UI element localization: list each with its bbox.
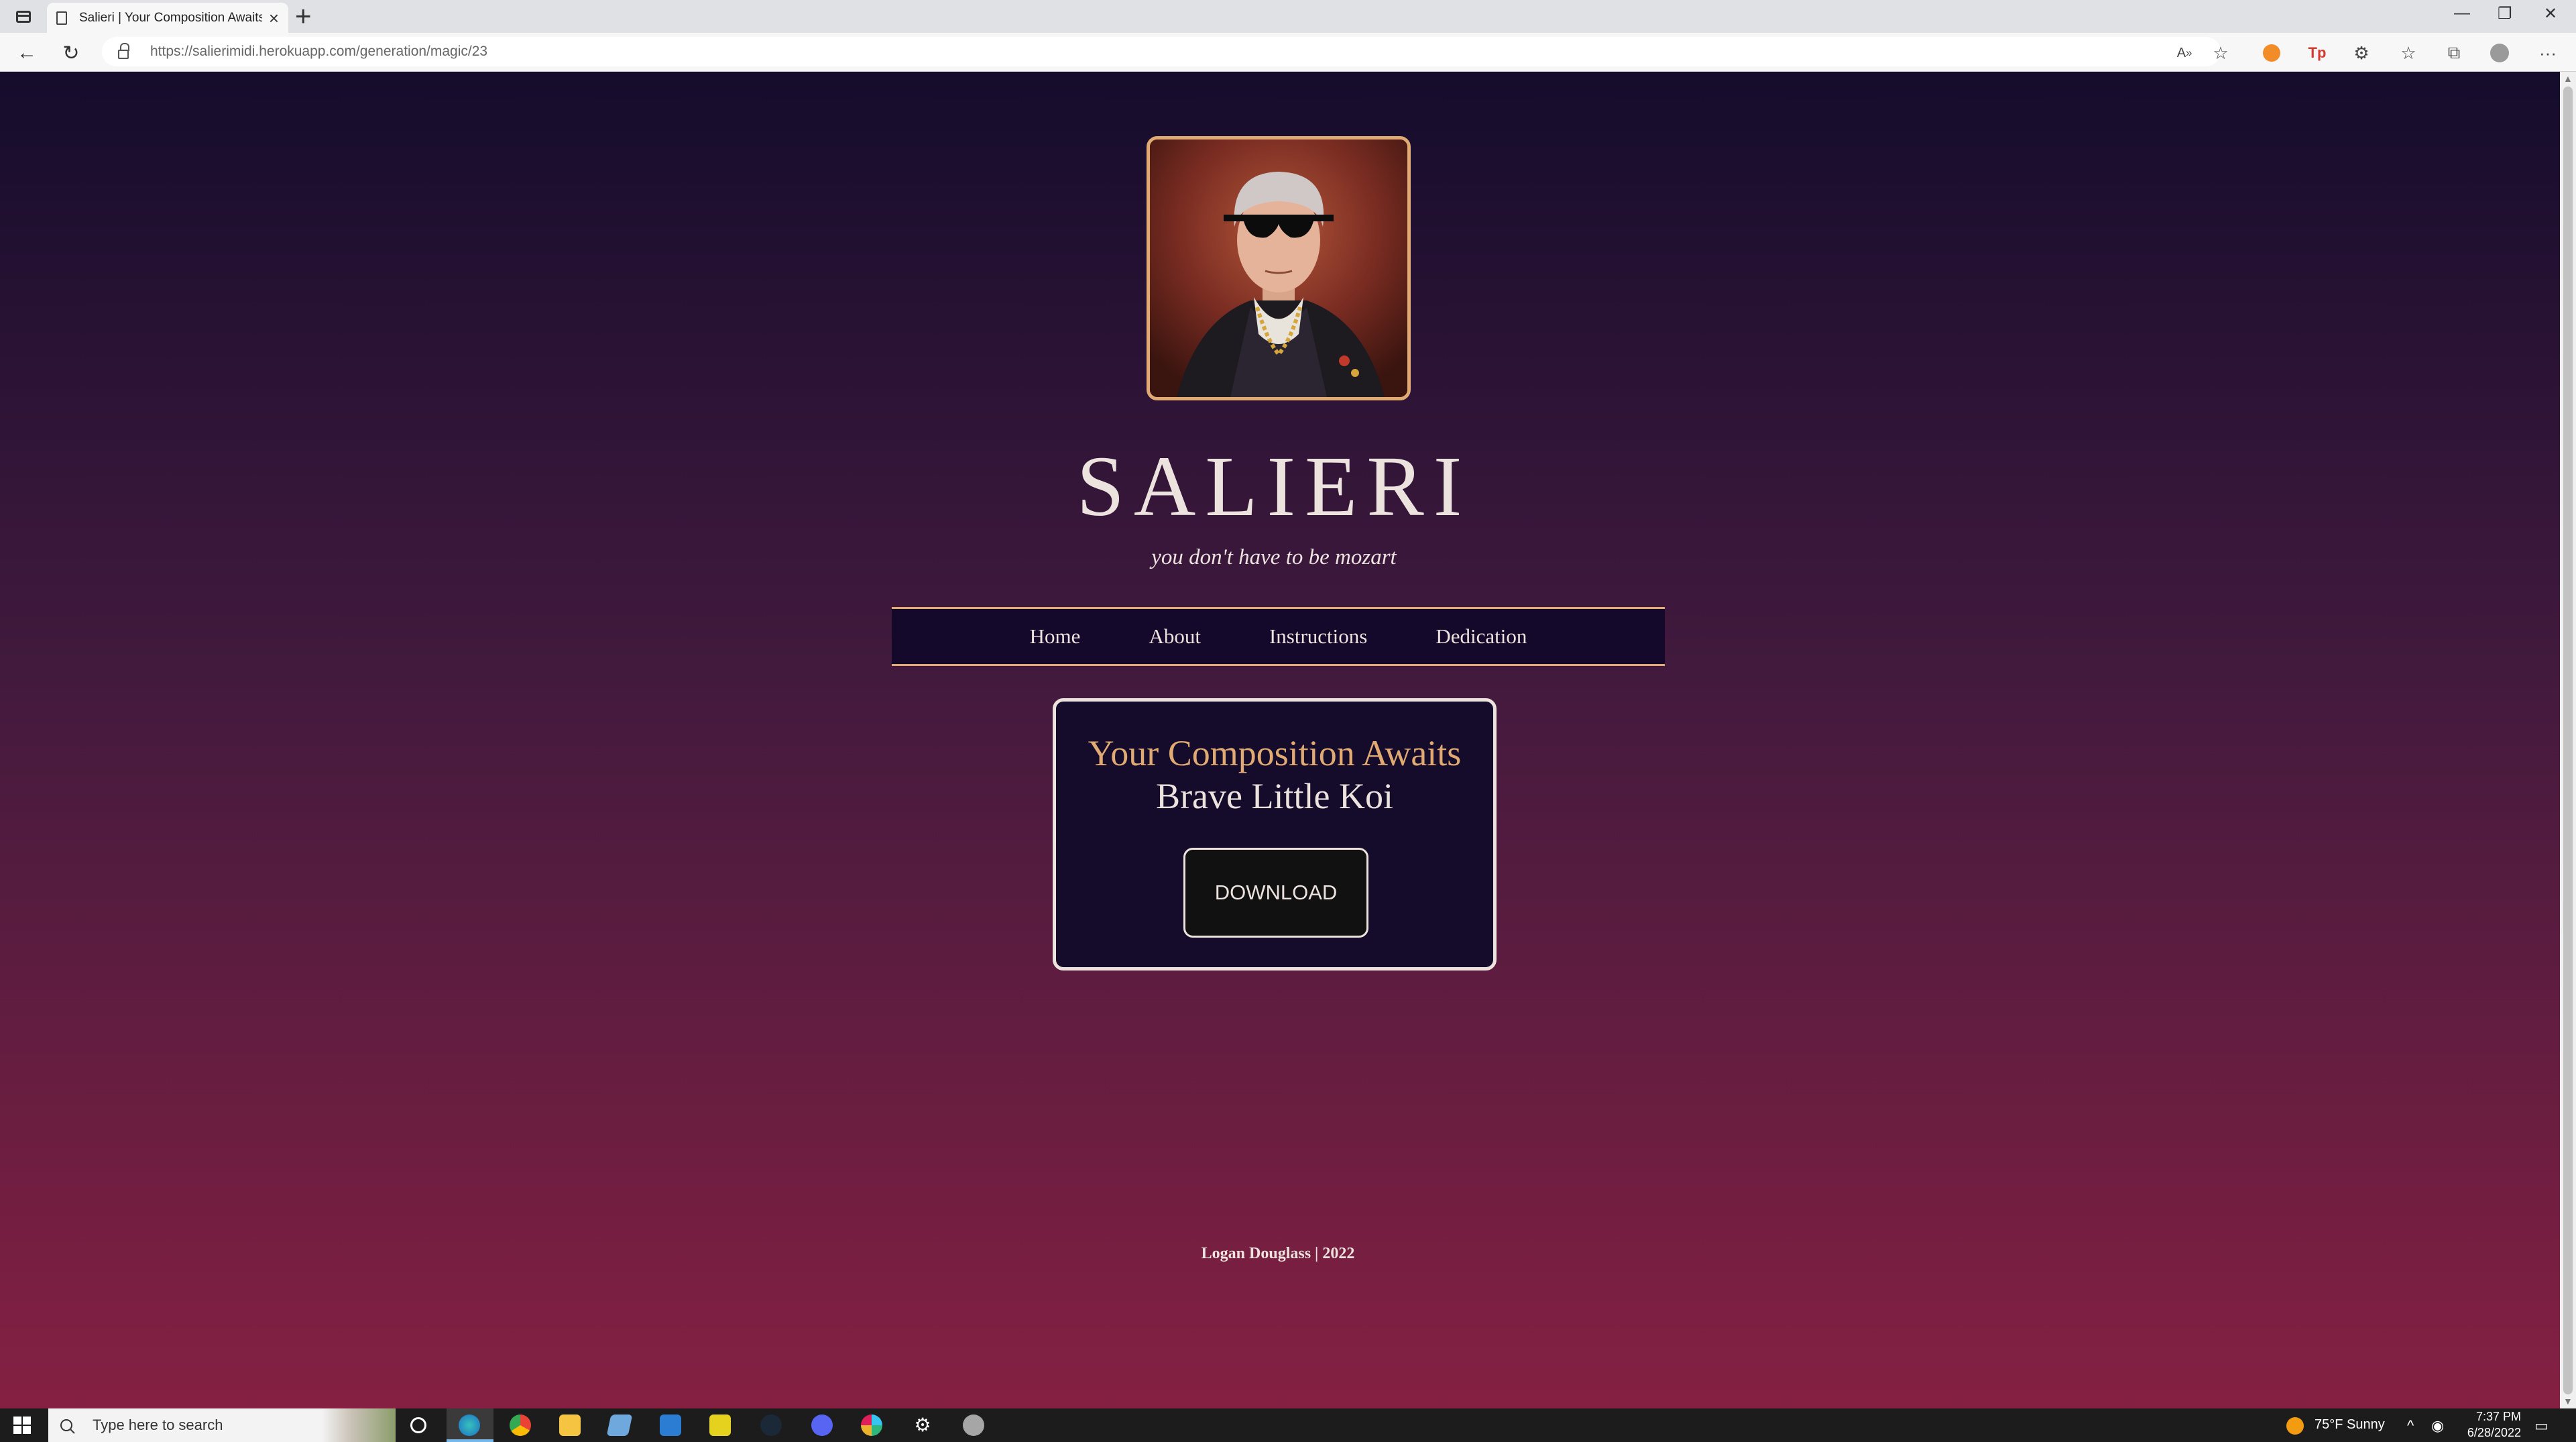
url-text: https://salierimidi.herokuapp.com/genera…: [150, 44, 488, 59]
notifications-icon[interactable]: ▭: [2534, 1417, 2549, 1435]
taskbar-search[interactable]: Type here to search: [48, 1408, 396, 1442]
back-icon[interactable]: ←: [15, 41, 39, 65]
nav-home[interactable]: Home: [1030, 624, 1081, 649]
scroll-down-icon[interactable]: ▼: [2563, 1396, 2573, 1406]
add-favorite-icon[interactable]: ☆: [2210, 42, 2231, 64]
weather-sun-icon[interactable]: [2286, 1417, 2304, 1435]
nav-instructions[interactable]: Instructions: [1269, 624, 1367, 649]
network-icon[interactable]: ◉: [2431, 1417, 2444, 1435]
profile-avatar-icon[interactable]: [2489, 42, 2510, 64]
slack-icon[interactable]: [861, 1415, 882, 1436]
page-content: SALIERI you don't have to be mozart Home…: [0, 72, 2560, 1408]
more-menu-icon[interactable]: ···: [2537, 42, 2559, 64]
cortana-icon[interactable]: [410, 1417, 426, 1433]
discord-icon[interactable]: [811, 1415, 833, 1436]
portrait-image: [1150, 140, 1407, 397]
browser-tab-bar: Salieri | Your Composition Awaits × + — …: [0, 0, 2576, 33]
download-button[interactable]: DOWNLOAD: [1183, 848, 1368, 938]
app-icon[interactable]: [963, 1415, 984, 1436]
edge-icon[interactable]: [459, 1415, 480, 1436]
collections-icon[interactable]: ⧉: [2443, 42, 2465, 64]
windows-start-icon[interactable]: [13, 1417, 31, 1434]
site-tagline: you don't have to be mozart: [1151, 545, 1397, 569]
settings-icon[interactable]: ⚙: [912, 1415, 933, 1436]
notes-app-icon[interactable]: [606, 1415, 633, 1436]
new-tab-icon[interactable]: +: [295, 1, 312, 31]
minimize-icon[interactable]: —: [2454, 4, 2470, 23]
close-tab-icon[interactable]: ×: [269, 9, 279, 27]
close-window-icon[interactable]: ✕: [2544, 4, 2557, 23]
search-highlight-image: [322, 1408, 396, 1442]
search-icon: [58, 1417, 75, 1434]
restore-icon[interactable]: ❐: [2498, 4, 2512, 23]
live-app-icon[interactable]: [709, 1415, 731, 1436]
lock-icon: [118, 43, 129, 59]
tray-chevron-icon[interactable]: ^: [2407, 1417, 2414, 1435]
scrollbar-thumb[interactable]: [2563, 87, 2573, 1394]
tab-title: Salieri | Your Composition Awaits: [79, 10, 262, 25]
chrome-icon[interactable]: [510, 1415, 531, 1436]
site-title: SALIERI: [1076, 439, 1472, 534]
page-icon: [56, 11, 67, 25]
clock-date[interactable]: 6/28/2022: [2454, 1426, 2521, 1440]
nav-dedication[interactable]: Dedication: [1436, 624, 1527, 649]
file-explorer-icon[interactable]: [559, 1415, 581, 1436]
scroll-up-icon[interactable]: ▲: [2563, 73, 2573, 84]
page-scrollbar[interactable]: ▲ ▼: [2560, 72, 2576, 1408]
tab-actions-icon[interactable]: [12, 6, 35, 27]
extension-orange-icon[interactable]: [2261, 42, 2282, 64]
composition-card: Your Composition Awaits Brave Little Koi…: [1053, 698, 1497, 970]
search-placeholder: Type here to search: [93, 1417, 223, 1433]
favorites-icon[interactable]: ☆: [2398, 42, 2419, 64]
browser-tab-active[interactable]: Salieri | Your Composition Awaits ×: [47, 3, 288, 33]
salieri-portrait: [1147, 136, 1411, 400]
weather-text[interactable]: 75°F Sunny: [2315, 1417, 2385, 1433]
card-heading: Your Composition Awaits: [1088, 733, 1462, 773]
url-bar[interactable]: https://salierimidi.herokuapp.com/genera…: [102, 37, 2221, 66]
clock-time[interactable]: 7:37 PM: [2454, 1410, 2521, 1424]
steam-icon[interactable]: [760, 1415, 782, 1436]
composition-name: Brave Little Koi: [1156, 776, 1393, 816]
extension-tp-icon[interactable]: Tp: [2306, 42, 2328, 64]
extensions-icon[interactable]: ⚙: [2351, 42, 2372, 64]
nav-about[interactable]: About: [1149, 624, 1201, 649]
refresh-icon[interactable]: ↻: [59, 41, 83, 65]
vscode-icon[interactable]: [660, 1415, 681, 1436]
main-navigation: Home About Instructions Dedication: [892, 607, 1665, 666]
footer-credit: Logan Douglass | 2022: [1201, 1245, 1355, 1262]
address-toolbar: ← ↻ https://salierimidi.herokuapp.com/ge…: [0, 33, 2576, 72]
read-aloud-icon[interactable]: A»: [2174, 42, 2195, 64]
windows-taskbar: Type here to search ⚙ 75°F Sunny ^ ◉ 7:3…: [0, 1408, 2576, 1442]
